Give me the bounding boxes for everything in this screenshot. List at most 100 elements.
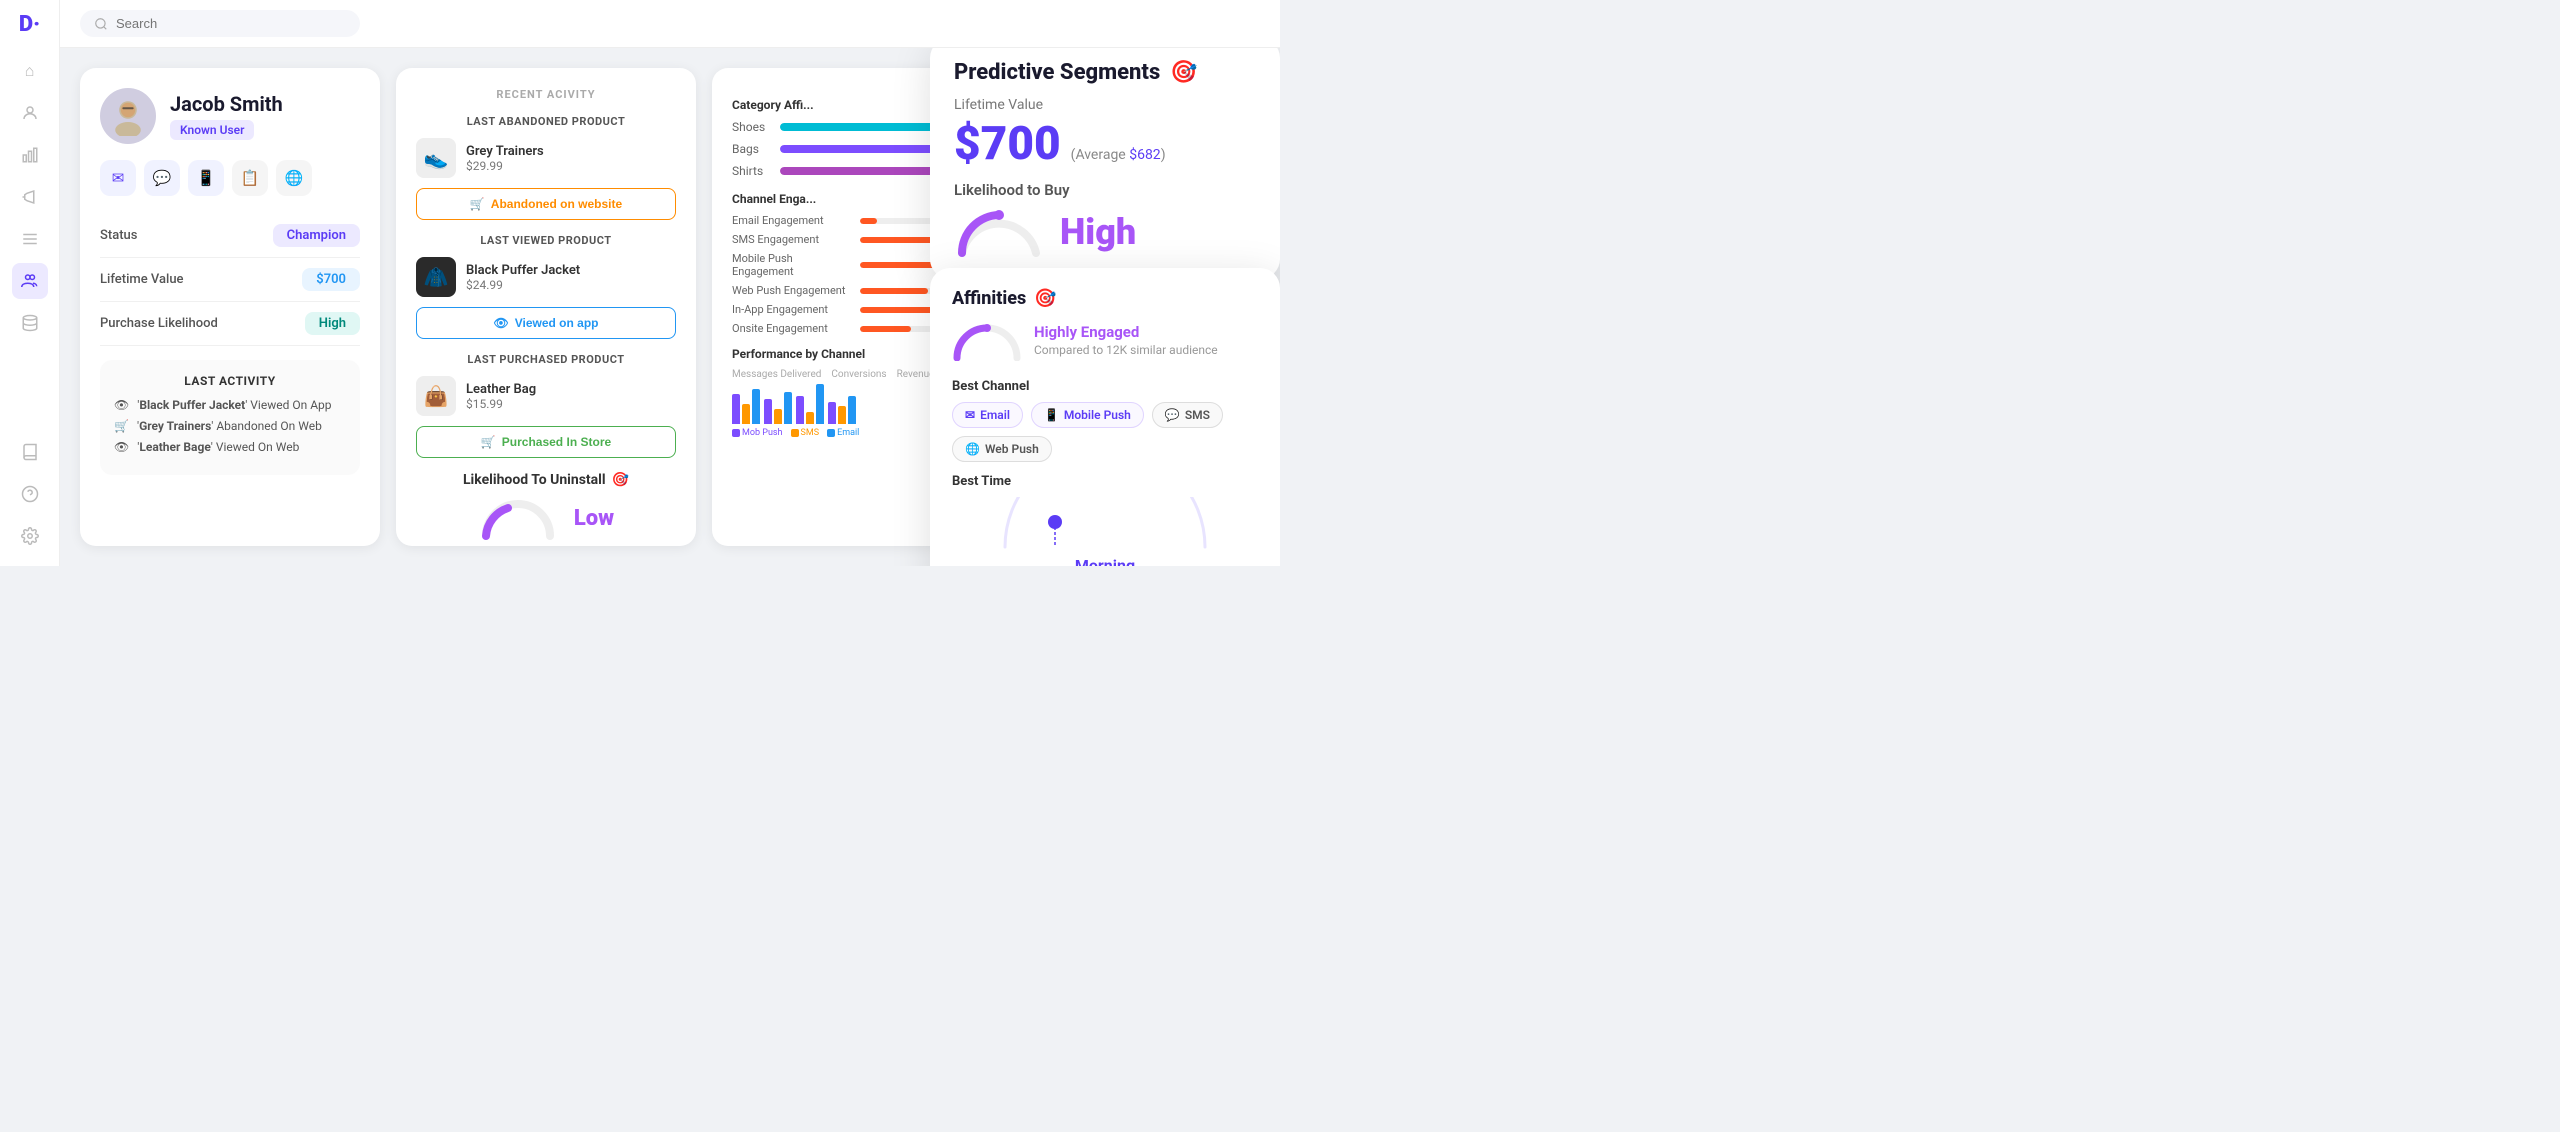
engaged-label: Highly Engaged xyxy=(1034,323,1218,341)
view-icon-2: 👁 xyxy=(114,440,129,454)
predictive-title: Predictive Segments xyxy=(954,60,1160,85)
onsite-eng-fill xyxy=(860,326,911,332)
mobile-push-channel-tag[interactable]: 📱 Mobile Push xyxy=(1031,402,1144,428)
bar-group-2 xyxy=(764,392,792,424)
email-channel-icon[interactable]: ✉ xyxy=(100,160,136,196)
purchased-product-name: Leather Bag xyxy=(466,382,536,397)
abandoned-product-price: $29.99 xyxy=(466,159,544,173)
sms-channel-tag[interactable]: 💬 SMS xyxy=(1152,402,1223,428)
search-input[interactable] xyxy=(116,16,336,31)
abandoned-product-thumb: 👟 xyxy=(416,138,456,178)
avatar xyxy=(100,88,156,144)
viewed-product-thumb: 🧥 xyxy=(416,257,456,297)
profile-header: Jacob Smith Known User xyxy=(100,88,360,144)
status-row: Status Champion xyxy=(100,214,360,258)
cart-icon-btn: 🛒 xyxy=(470,197,485,211)
purchase-likelihood-row: Purchase Likelihood High xyxy=(100,302,360,346)
eye-icon-btn: 👁 xyxy=(493,316,508,330)
uninstall-value: Low xyxy=(574,506,614,531)
abandoned-product-section: LAST ABANDONED PRODUCT 👟 Grey Trainers $… xyxy=(416,115,676,220)
affinities-header: Affinities 🎯 xyxy=(952,288,1258,309)
viewed-product-name: Black Puffer Jacket xyxy=(466,263,580,278)
abandoned-action-text: Abandoned on website xyxy=(491,197,622,211)
lifetime-value-amount: $700 xyxy=(954,117,1061,171)
email-channel-tag[interactable]: ✉ Email xyxy=(952,402,1023,428)
search-icon xyxy=(94,17,108,31)
recent-activity-card: RECENT ACIVITY LAST ABANDONED PRODUCT 👟 … xyxy=(396,68,696,546)
sidebar-megaphone[interactable] xyxy=(12,179,48,215)
viewed-label: LAST VIEWED PRODUCT xyxy=(416,234,676,247)
bar-email-3 xyxy=(816,384,824,424)
email-eng-label: Email Engagement xyxy=(732,214,852,227)
search-box[interactable] xyxy=(80,10,360,37)
recent-activity-title: RECENT ACIVITY xyxy=(416,88,676,101)
ltv-average: (Average $682) xyxy=(1071,147,1166,163)
viewed-action-btn[interactable]: 👁 Viewed on app xyxy=(416,307,676,339)
avg-value: $682 xyxy=(1129,147,1160,163)
last-activity-section: LAST ACTIVITY 👁 'Black Puffer Jacket' Vi… xyxy=(100,360,360,475)
bar-mobile-push-3 xyxy=(796,396,804,424)
viewed-product-price: $24.99 xyxy=(466,278,580,292)
web-push-channel-tag[interactable]: 🌐 Web Push xyxy=(952,436,1052,462)
sms-channel-icon[interactable]: 📋 xyxy=(232,160,268,196)
bar-sms-2 xyxy=(774,409,782,424)
purchased-action-btn[interactable]: 🛒 Purchased In Store xyxy=(416,426,676,458)
likelihood-to-buy-label: Likelihood to Buy xyxy=(954,181,1256,199)
email-tag-label: Email xyxy=(980,408,1010,422)
abandoned-product-row: 👟 Grey Trainers $29.99 xyxy=(416,138,676,178)
viewed-action-text: Viewed on app xyxy=(515,316,599,330)
sidebar-settings[interactable] xyxy=(12,518,48,554)
last-activity-title: LAST ACTIVITY xyxy=(114,374,346,388)
uninstall-title: Likelihood To Uninstall 🎯 xyxy=(416,472,676,488)
purchase-likelihood-badge: High xyxy=(305,312,360,335)
sidebar-users[interactable] xyxy=(12,95,48,131)
mobile-push-eng-label: Mobile Push Engagement xyxy=(732,252,852,278)
status-badge: Champion xyxy=(273,224,360,247)
best-time-label: Best Time xyxy=(952,474,1258,489)
bar-group-3 xyxy=(796,384,824,424)
likelihood-gauge-area: High xyxy=(954,207,1256,257)
sidebar-chart[interactable] xyxy=(12,137,48,173)
chat-channel-icon[interactable]: 💬 xyxy=(144,160,180,196)
whatsapp-channel-icon[interactable]: 📱 xyxy=(188,160,224,196)
activity-item-3: 👁 'Leather Bage' Viewed On Web xyxy=(114,440,346,454)
predictive-segments-card: Predictive Segments 🎯 Lifetime Value $70… xyxy=(930,48,1280,279)
abandoned-label: LAST ABANDONED PRODUCT xyxy=(416,115,676,128)
sidebar-people[interactable] xyxy=(12,263,48,299)
bar-sms-4 xyxy=(838,406,846,424)
viewed-product-row: 🧥 Black Puffer Jacket $24.99 xyxy=(416,257,676,297)
engaged-gauge-svg xyxy=(952,323,1022,361)
uninstall-gauge: Low xyxy=(416,496,676,541)
sidebar-book[interactable] xyxy=(12,434,48,470)
likelihood-value: High xyxy=(1060,211,1136,253)
affinities-engaged-section: Highly Engaged Compared to 12K similar a… xyxy=(952,323,1258,369)
perf-messages-label: Messages Delivered xyxy=(732,369,821,380)
shirts-label: Shirts xyxy=(732,164,772,178)
legend-email: Email xyxy=(827,428,859,438)
store-icon-btn: 🛒 xyxy=(481,435,496,449)
purchased-label: LAST PURCHASED PRODUCT xyxy=(416,353,676,366)
predictive-header: Predictive Segments 🎯 xyxy=(954,60,1256,85)
abandoned-action-btn[interactable]: 🛒 Abandoned on website xyxy=(416,188,676,220)
sidebar-list[interactable] xyxy=(12,221,48,257)
affinities-icon: 🎯 xyxy=(1034,288,1056,309)
bar-email-2 xyxy=(784,392,792,424)
sidebar-help[interactable] xyxy=(12,476,48,512)
web-channel-icon[interactable]: 🌐 xyxy=(276,160,312,196)
legend-mobile-push: Mob Push xyxy=(732,428,783,438)
activity-item-2: 🛒 'Grey Trainers' Abandoned On Web xyxy=(114,419,346,433)
magic-icon: 🎯 xyxy=(1170,60,1197,85)
bar-mobile-push-2 xyxy=(764,399,772,424)
sidebar-database[interactable] xyxy=(12,305,48,341)
purchased-product-row: 👜 Leather Bag $15.99 xyxy=(416,376,676,416)
bar-mobile-push xyxy=(732,394,740,424)
sidebar-home[interactable]: ⌂ xyxy=(12,53,48,89)
best-channel-tags: ✉ Email 📱 Mobile Push 💬 SMS 🌐 Web Push xyxy=(952,402,1258,462)
web-push-tag-label: Web Push xyxy=(985,442,1039,456)
emoji-icon: 🎯 xyxy=(612,472,629,488)
sms-eng-label: SMS Engagement xyxy=(732,233,852,246)
email-eng-fill xyxy=(860,218,877,224)
uninstall-section: Likelihood To Uninstall 🎯 Low xyxy=(416,472,676,541)
shoes-label: Shoes xyxy=(732,120,772,134)
purchased-product-thumb: 👜 xyxy=(416,376,456,416)
